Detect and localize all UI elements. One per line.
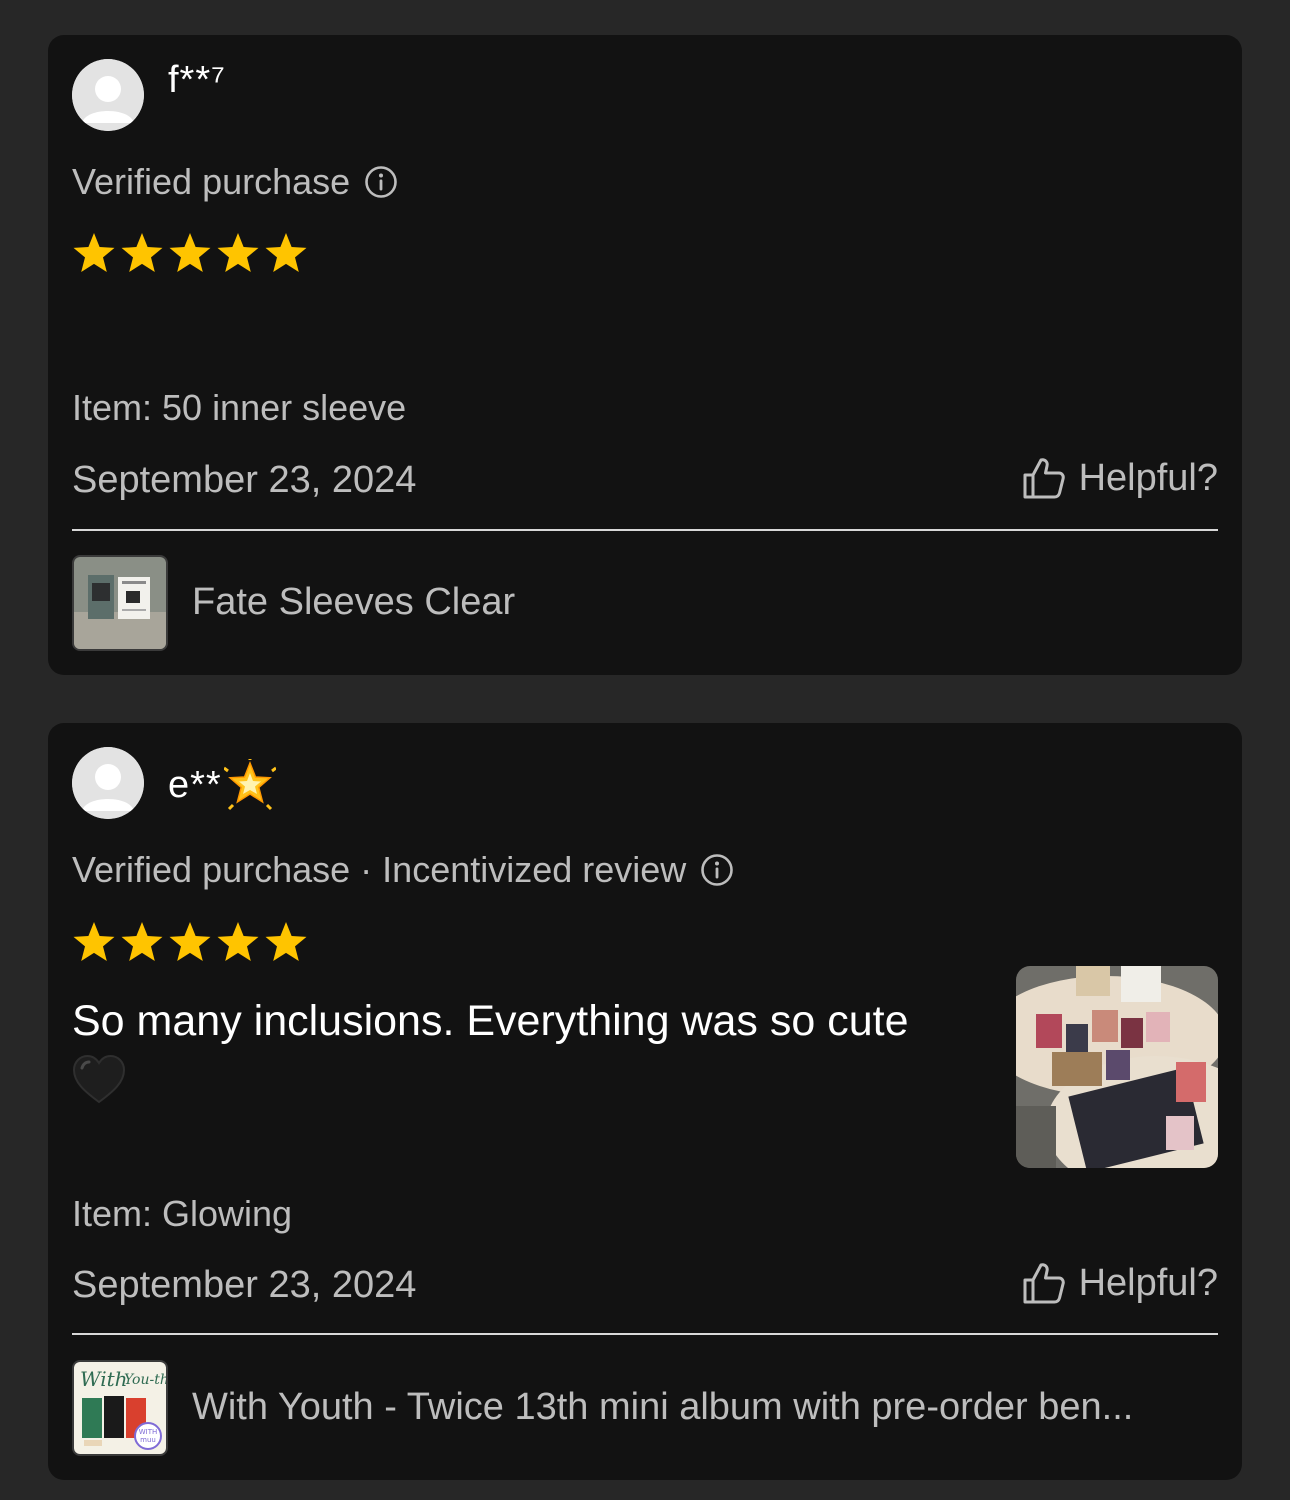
- helpful-label: Helpful?: [1078, 1261, 1218, 1304]
- star-icon: [73, 233, 115, 272]
- svg-text:You-th: You-th: [124, 1372, 166, 1388]
- default-avatar-icon: [72, 747, 144, 819]
- product-thumbnail[interactable]: [72, 555, 168, 651]
- review-body-text: So many inclusions. Everything was so cu…: [72, 997, 909, 1045]
- product-name-link[interactable]: Fate Sleeves Clear: [192, 581, 515, 624]
- avatar: [72, 59, 144, 131]
- star-icon: [121, 233, 163, 272]
- svg-text:With: With: [80, 1367, 128, 1391]
- product-image: With You-th WITH muu: [74, 1362, 166, 1454]
- item-variant: Item: 50 inner sleeve: [72, 387, 407, 428]
- review-date: September 23, 2024: [72, 459, 417, 501]
- verified-purchase-label: Verified purchase · Incentivized review: [72, 849, 734, 891]
- helpful-button[interactable]: Helpful?: [1021, 1260, 1218, 1306]
- star-icon: [217, 922, 259, 961]
- helpful-label: Helpful?: [1078, 456, 1218, 499]
- reviewer-name-text: e**: [168, 763, 222, 806]
- info-icon[interactable]: [700, 853, 734, 887]
- review-card: f**⁷ Verified purchase Item: 50 inner sl…: [48, 35, 1242, 675]
- review-card: e** Verified purchase · Incentivized rev…: [48, 723, 1242, 1480]
- star-icon: [121, 922, 163, 961]
- divider: [72, 1333, 1218, 1335]
- reviewer-name: e**: [168, 759, 276, 811]
- star-rating: [72, 231, 308, 275]
- review-photo-image: [1016, 966, 1218, 1168]
- review-date: September 23, 2024: [72, 1264, 417, 1306]
- verified-purchase-label: Verified purchase: [72, 161, 398, 203]
- avatar: [72, 747, 144, 819]
- verified-text: Verified purchase: [72, 161, 351, 202]
- star-rating: [72, 920, 308, 964]
- glowing-star-icon: [223, 759, 276, 811]
- helpful-button[interactable]: Helpful?: [1021, 455, 1218, 501]
- product-thumbnail[interactable]: With You-th WITH muu: [72, 1360, 168, 1456]
- review-body: So many inclusions. Everything was so cu…: [72, 993, 982, 1106]
- thumbs-up-icon: [1023, 458, 1065, 499]
- product-image: [74, 557, 166, 649]
- black-heart-icon: [72, 1054, 126, 1103]
- star-icon: [169, 233, 211, 272]
- star-icon: [169, 922, 211, 961]
- star-icon: [217, 233, 259, 272]
- star-icon: [73, 922, 115, 961]
- divider: [72, 529, 1218, 531]
- svg-text:muu: muu: [140, 1436, 156, 1444]
- product-name-link[interactable]: With Youth - Twice 13th mini album with …: [192, 1386, 1133, 1429]
- default-avatar-icon: [72, 59, 144, 131]
- star-icon: [265, 233, 307, 272]
- info-icon[interactable]: [364, 165, 398, 199]
- review-photo[interactable]: [1016, 966, 1218, 1168]
- verified-text: Verified purchase · Incentivized review: [72, 849, 687, 890]
- svg-text:WITH: WITH: [139, 1428, 158, 1436]
- star-icon: [265, 922, 307, 961]
- reviewer-name: f**⁷: [168, 59, 226, 101]
- item-variant: Item: Glowing: [72, 1193, 293, 1234]
- thumbs-up-icon: [1023, 1263, 1065, 1304]
